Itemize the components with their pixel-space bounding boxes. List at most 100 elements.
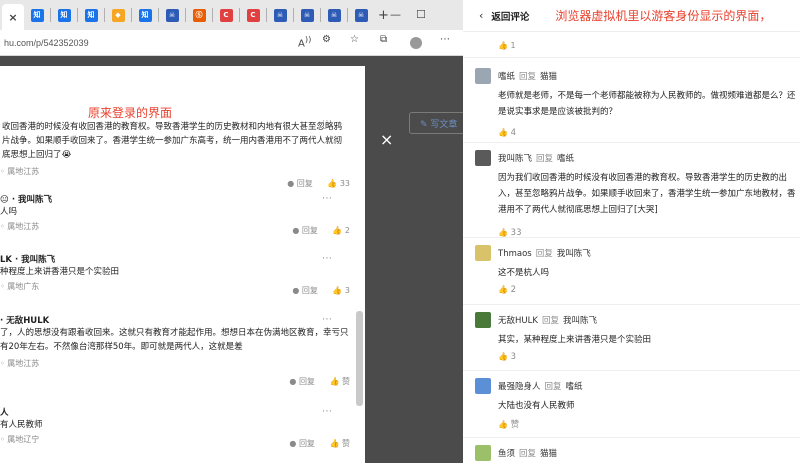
like-button[interactable]: 👍 赞 [498, 418, 519, 430]
more-icon[interactable]: ⋯ [322, 253, 332, 264]
browser-tab[interactable]: ☠ [323, 4, 345, 26]
browser-tab[interactable]: 知 [80, 4, 102, 26]
reply-button[interactable]: ● 回复 [292, 286, 318, 295]
browser-tab[interactable]: ☠ [350, 4, 372, 26]
reply-indicator: 回复 [544, 382, 562, 392]
more-icon[interactable]: ⋯ [322, 116, 332, 127]
reply-indicator: 回复 [535, 249, 553, 259]
browser-tab[interactable]: ☠ [269, 4, 291, 26]
page-annotation: 原来登录的界面 [88, 106, 173, 120]
new-tab-button[interactable]: + [378, 8, 389, 23]
avatar[interactable] [475, 445, 491, 461]
write-article-button[interactable]: ✎ 写文章 [409, 112, 463, 134]
profile-icon[interactable] [410, 37, 422, 49]
tab-favicon-icon: 知 [138, 8, 152, 22]
browser-tab[interactable]: ☠ [161, 4, 183, 26]
tab-favicon-icon: ☠ [327, 8, 341, 22]
more-icon[interactable]: ⋯ [322, 406, 332, 417]
tab-active[interactable]: × [2, 4, 24, 30]
like-button[interactable]: 👍 赞 [329, 377, 350, 386]
scrollbar-thumb[interactable] [356, 311, 363, 406]
reply-indicator: 回复 [519, 449, 537, 459]
browser-tab[interactable]: 知 [53, 4, 75, 26]
avatar[interactable] [475, 245, 491, 261]
collections-icon[interactable]: ⧉ [380, 34, 387, 45]
address-bar[interactable]: hu.com/p/542352039 [0, 30, 463, 56]
comment-actions: ● 回复 👍 赞 [289, 438, 350, 449]
comment-text: 大陆也没有人民教师 [498, 401, 575, 411]
comment-header-line: 最强隐身人 回复 嗜纸 [498, 380, 583, 392]
tab-separator [320, 8, 321, 22]
avatar[interactable] [475, 312, 491, 328]
more-icon[interactable]: ⋯ [322, 193, 332, 204]
tab-favicon-icon: 知 [30, 8, 44, 22]
reply-button[interactable]: ● 回复 [287, 179, 313, 188]
tab-separator [77, 8, 78, 22]
like-button[interactable]: 👍 4 [498, 128, 516, 138]
browser-tab[interactable]: 知 [26, 4, 48, 26]
like-button[interactable]: 👍 2 [498, 285, 516, 295]
maximize-button[interactable]: ☐ [416, 8, 426, 21]
like-button[interactable]: 👍 3 [498, 352, 516, 362]
more-icon[interactable]: ⋯ [440, 34, 450, 45]
divider [463, 304, 800, 305]
avatar[interactable] [475, 150, 491, 166]
comment-author[interactable]: Thmaos [498, 249, 532, 259]
like-button[interactable]: 👍 3 [332, 286, 350, 295]
avatar[interactable] [475, 378, 491, 394]
reply-target[interactable]: 猫猫 [540, 449, 557, 459]
reply-target[interactable]: 我叫陈飞 [563, 316, 597, 326]
comment-author[interactable]: 我叫陈飞 [498, 154, 532, 164]
back-to-comments-button[interactable]: 返回评论 [491, 9, 529, 23]
favorites-icon[interactable]: ☆ [350, 34, 359, 45]
tab-separator [266, 8, 267, 22]
tab-separator [347, 8, 348, 22]
browser-tab[interactable]: Ⓢ [188, 4, 210, 26]
close-icon[interactable]: × [380, 130, 393, 149]
tab-separator [185, 8, 186, 22]
browser-tab[interactable]: C [215, 4, 237, 26]
url-text[interactable]: hu.com/p/542352039 [4, 38, 89, 48]
reply-target[interactable]: 嗜纸 [557, 154, 574, 164]
tab-favicon-icon: C [219, 8, 233, 22]
more-icon[interactable]: ⋯ [322, 314, 332, 325]
like-button[interactable]: 👍 33 [327, 179, 350, 188]
read-aloud-icon[interactable]: A)) [298, 34, 311, 49]
tab-favicon-icon: ☠ [354, 8, 368, 22]
comment-item: ⋯ 收回香港的时候没有收回香港的教育权。导致香港学生的历史教材和内地有很大甚至忽… [0, 116, 350, 188]
like-button[interactable]: 👍 赞 [329, 439, 350, 448]
comment-author[interactable]: 最强隐身人 [498, 382, 541, 392]
divider [463, 237, 800, 238]
settings-icon[interactable]: ⚙ [322, 34, 331, 45]
tab-separator [212, 8, 213, 22]
tab-favicon-icon: C [246, 8, 260, 22]
browser-tab[interactable]: ☠ [296, 4, 318, 26]
like-button[interactable]: 👍 2 [332, 226, 350, 235]
minimize-button[interactable]: — [390, 8, 401, 21]
page-annotation: 浏览器虚拟机里以游客身份显示的界面， [555, 9, 772, 23]
back-icon[interactable]: ‹ [479, 9, 483, 22]
close-tab-icon[interactable]: × [7, 11, 20, 24]
comment-author[interactable]: 鱼须 [498, 449, 515, 459]
comment-author: · 无敌HULK [0, 316, 50, 326]
browser-tab[interactable]: ◆ [107, 4, 129, 26]
reply-indicator: 回复 [536, 154, 554, 164]
comment-author[interactable]: 嗜纸 [498, 72, 515, 82]
tab-favicon-icon: ☠ [165, 8, 179, 22]
browser-tab[interactable]: 知 [134, 4, 156, 26]
comment-header: ‹ 返回评论 浏览器虚拟机里以游客身份显示的界面， [463, 0, 800, 32]
reply-button[interactable]: ● 回复 [292, 226, 318, 235]
left-browser-window: × 知知知 ◆ 知 ☠ Ⓢ C C ☠ ☠ ☠ ☠ + — ☐ hu.com/p/542352039 A… [0, 0, 463, 463]
tab-favicon-icon: ◆ [111, 8, 125, 22]
reply-button[interactable]: ● 回复 [289, 439, 315, 448]
browser-tab[interactable]: C [242, 4, 264, 26]
avatar[interactable] [475, 68, 491, 84]
reply-target[interactable]: 嗜纸 [566, 382, 583, 392]
comment-item: ⋯ 人 有人民教师 ◦ 属地辽宁 ● 回复 👍 赞 [0, 406, 350, 448]
reply-target[interactable]: 猫猫 [540, 72, 557, 82]
reply-target[interactable]: 我叫陈飞 [557, 249, 591, 259]
reply-button[interactable]: ● 回复 [289, 377, 315, 386]
divider [463, 57, 800, 58]
comment-text: 因为我们收回香港的时候没有收回香港的教育权。导致香港学生的历史教的出入，甚至忽略… [498, 173, 796, 215]
comment-author[interactable]: 无敌HULK [498, 316, 538, 326]
